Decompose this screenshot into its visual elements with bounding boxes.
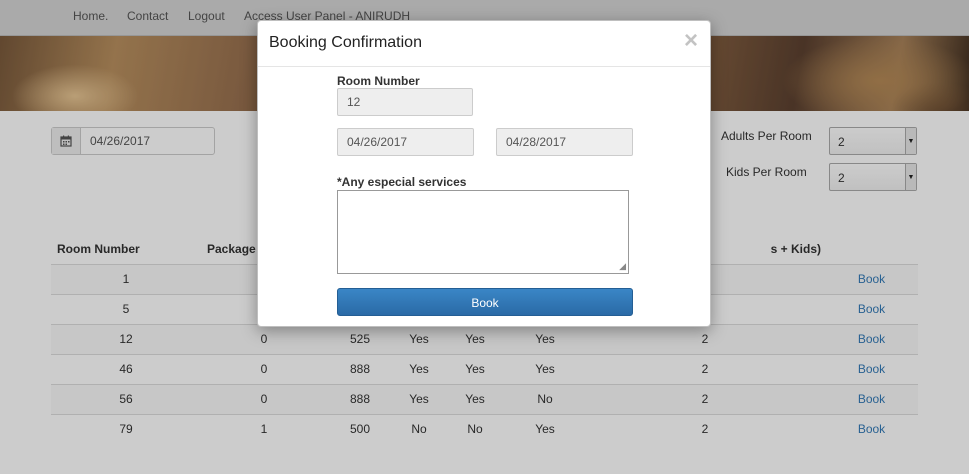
close-icon[interactable]: ×	[684, 27, 698, 55]
special-services-label: *Any especial services	[337, 175, 467, 189]
checkout-date-field[interactable]: 04/28/2017	[496, 128, 633, 156]
booking-confirmation-modal: Booking Confirmation × Room Number 12 04…	[257, 20, 711, 327]
room-number-label: Room Number	[337, 74, 420, 88]
room-number-field[interactable]: 12	[337, 88, 473, 116]
special-services-textarea[interactable]: ◢	[337, 190, 629, 274]
modal-title: Booking Confirmation	[269, 34, 422, 51]
resize-handle-icon[interactable]: ◢	[619, 261, 626, 272]
checkin-date-field[interactable]: 04/26/2017	[337, 128, 474, 156]
modal-header: Booking Confirmation ×	[258, 21, 710, 67]
book-button[interactable]: Book	[337, 288, 633, 316]
